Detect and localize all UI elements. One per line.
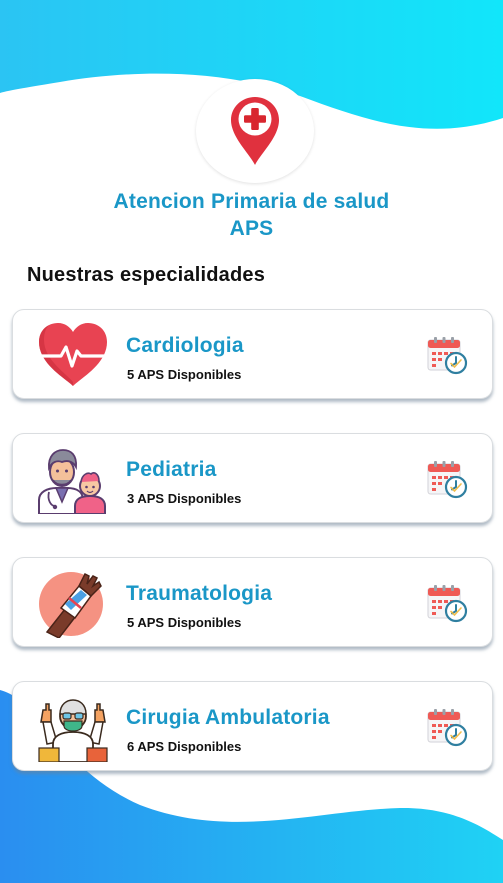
calendar-clock-icon[interactable]: [427, 336, 469, 376]
specialty-card-traumatologia[interactable]: Traumatologia 5 APS Disponibles: [12, 557, 493, 647]
specialty-availability: 5 APS Disponibles: [127, 615, 242, 630]
specialty-name: Traumatologia: [126, 582, 273, 605]
app-logo: [196, 79, 314, 183]
calendar-clock-icon[interactable]: [427, 708, 469, 748]
specialty-card-cardiologia[interactable]: Cardiologia 5 APS Disponibles: [12, 309, 493, 399]
surgeon-icon: [38, 699, 108, 762]
heart-pulse-icon: [37, 323, 109, 386]
section-title: Nuestras especialidades: [27, 264, 266, 286]
calendar-clock-icon[interactable]: [427, 584, 469, 624]
app-title-line-1: Atencion Primaria de salud: [113, 190, 390, 213]
specialty-name: Cirugia Ambulatoria: [126, 706, 330, 729]
medical-location-pin-icon: [231, 97, 279, 165]
app-title-line-2: APS: [229, 217, 274, 240]
specialty-name: Cardiologia: [126, 334, 244, 357]
specialty-availability: 6 APS Disponibles: [127, 739, 242, 754]
specialty-card-pediatria[interactable]: Pediatria 3 APS Disponibles: [12, 433, 493, 523]
app-title: Atencion Primaria de salud APS: [0, 188, 503, 242]
specialty-availability: 5 APS Disponibles: [127, 367, 242, 382]
specialty-availability: 3 APS Disponibles: [127, 491, 242, 506]
doctor-child-icon: [38, 449, 106, 514]
bandaged-arm-icon: [39, 572, 103, 638]
specialty-name: Pediatria: [126, 458, 217, 481]
specialty-card-cirugia-ambulatoria[interactable]: Cirugia Ambulatoria 6 APS Disponibles: [12, 681, 493, 771]
calendar-clock-icon[interactable]: [427, 460, 469, 500]
